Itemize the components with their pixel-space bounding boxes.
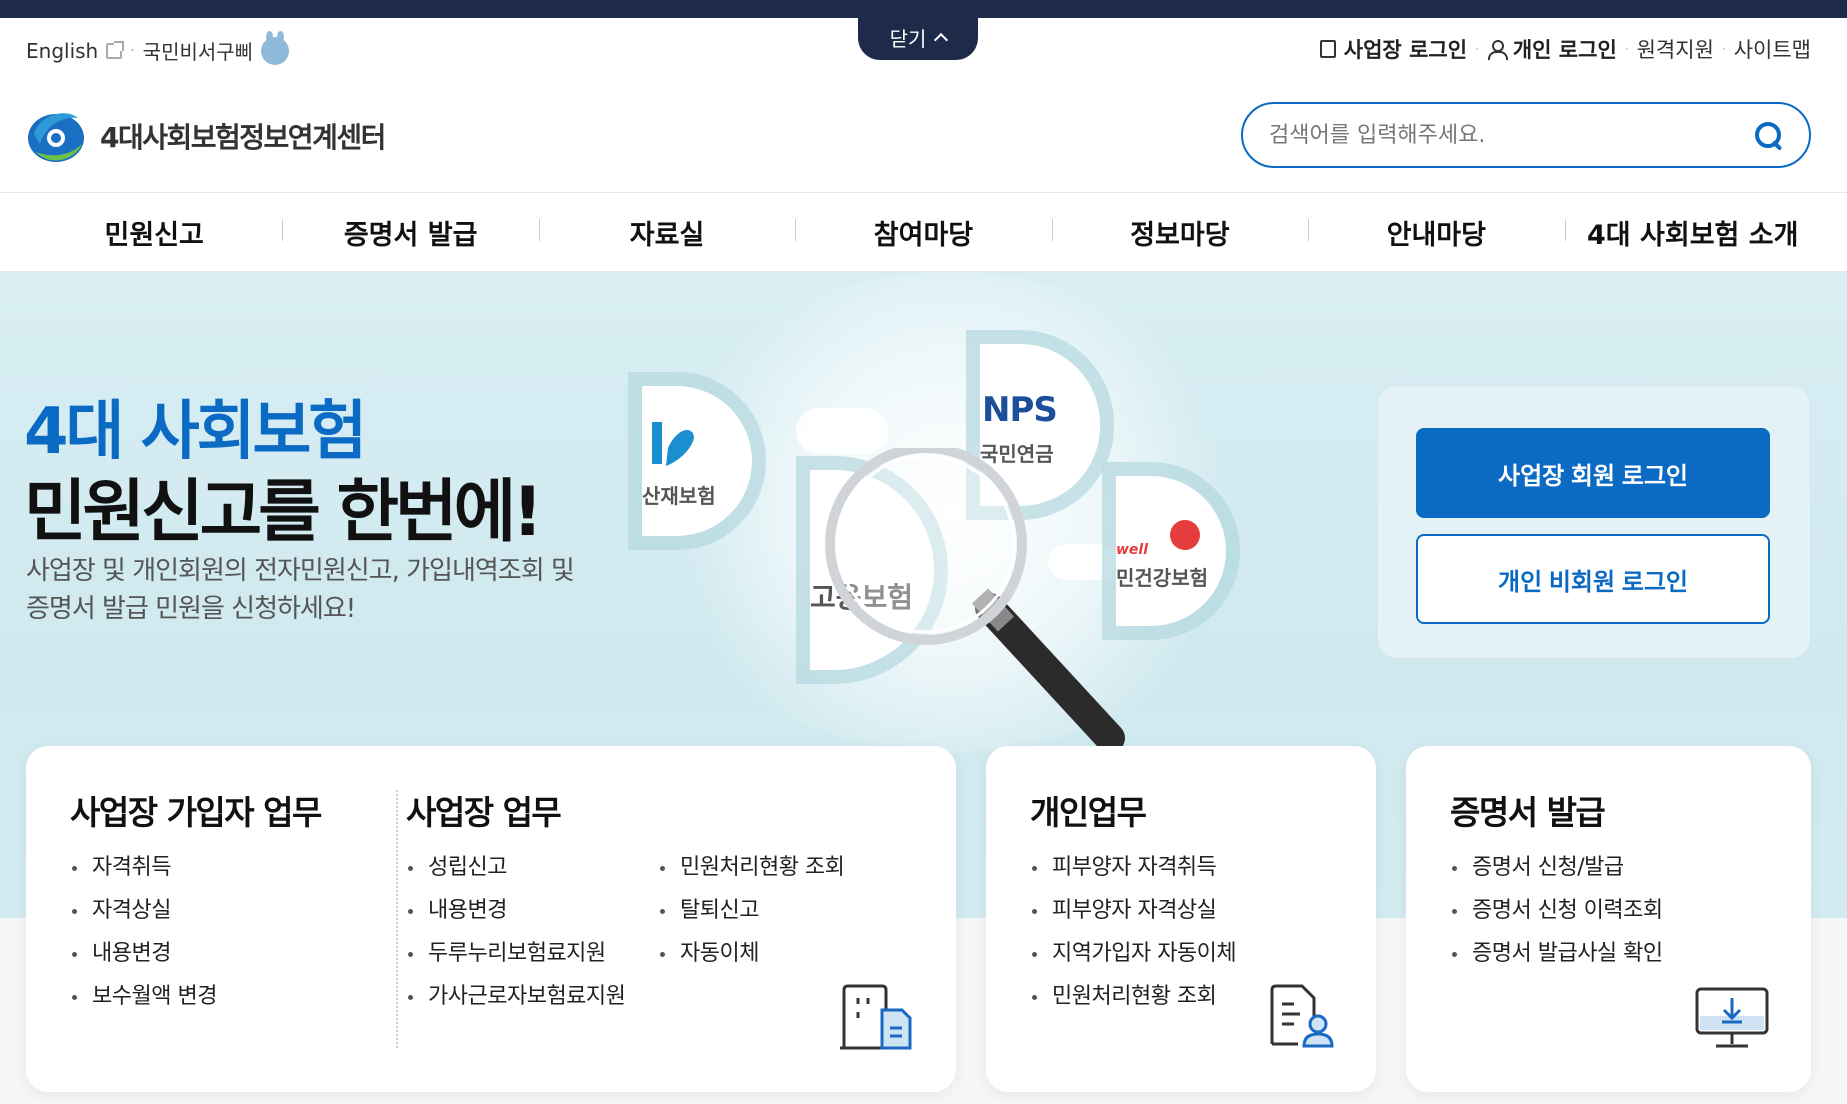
utility-right: 사업장 로그인 · 개인 로그인 · 원격지원 · 사이트맵 bbox=[1319, 34, 1811, 64]
logo-text: 4대사회보험정보연계센터 bbox=[100, 121, 386, 154]
separator-dot: · bbox=[1475, 42, 1479, 56]
list-item[interactable]: 증명서 신청 이력조회 bbox=[1450, 889, 1663, 932]
business-card: 사업장 가입자 업무 자격취득 자격상실 내용변경 보수월액 변경 사업장 업무… bbox=[26, 746, 956, 1092]
sitemap-link[interactable]: 사이트맵 bbox=[1734, 34, 1811, 64]
search-input[interactable] bbox=[1269, 122, 1753, 148]
hero-title: 민원신고를 한번에! bbox=[24, 473, 543, 552]
biz-member-login-button[interactable]: 사업장 회원 로그인 bbox=[1416, 428, 1770, 518]
nav-item-certificate[interactable]: 증명서 발급 bbox=[282, 213, 538, 252]
magnifier-icon bbox=[825, 448, 1125, 748]
personal-card: 개인업무 피부양자 자격취득 피부양자 자격상실 지역가입자 자동이체 민원처리… bbox=[986, 746, 1376, 1092]
list-item[interactable]: 증명서 신청/발급 bbox=[1450, 846, 1663, 889]
certificate-list: 증명서 신청/발급 증명서 신청 이력조회 증명서 발급사실 확인 bbox=[1450, 846, 1663, 975]
hero-desc-line2: 증명서 발급 민원을 신청하세요! bbox=[26, 594, 356, 624]
list-item[interactable]: 성립신고 bbox=[406, 846, 625, 889]
separator-dot: · bbox=[1624, 42, 1629, 56]
external-link-icon bbox=[106, 40, 125, 59]
close-banner-button[interactable]: 닫기 bbox=[858, 14, 978, 60]
list-item[interactable]: 자격취득 bbox=[70, 846, 217, 889]
main-navigation: 민원신고 증명서 발급 자료실 참여마당 정보마당 안내마당 4대 사회보험 소… bbox=[0, 192, 1847, 272]
nps-logo-text: NPS bbox=[982, 390, 1058, 430]
personal-tasks-list: 피부양자 자격취득 피부양자 자격상실 지역가입자 자동이체 민원처리현황 조회 bbox=[1030, 846, 1237, 1018]
logo-mark-icon bbox=[28, 113, 84, 162]
list-item[interactable]: 피부양자 자격취득 bbox=[1030, 846, 1236, 889]
nav-item-about[interactable]: 4대 사회보험 소개 bbox=[1564, 213, 1821, 252]
list-item[interactable]: 증명서 발급사실 확인 bbox=[1450, 932, 1663, 975]
personal-login-link[interactable]: 개인 로그인 bbox=[1513, 34, 1617, 64]
personal-nonmember-login-button[interactable]: 개인 비회원 로그인 bbox=[1416, 534, 1770, 624]
bunny-mascot-icon[interactable] bbox=[261, 30, 290, 65]
building-document-icon bbox=[840, 984, 912, 1050]
list-item[interactable]: 보수월액 변경 bbox=[70, 975, 217, 1018]
certificate-card: 증명서 발급 증명서 신청/발급 증명서 신청 이력조회 증명서 발급사실 확인 bbox=[1406, 746, 1811, 1092]
list-item[interactable]: 민원처리현황 조회 bbox=[1030, 975, 1236, 1018]
building-icon bbox=[1319, 40, 1336, 58]
nav-item-archive[interactable]: 자료실 bbox=[538, 213, 795, 252]
list-item[interactable]: 내용변경 bbox=[406, 889, 625, 932]
certificate-title: 증명서 발급 bbox=[1450, 793, 1606, 832]
biz-tasks-list-col1: 성립신고 내용변경 두루누리보험료지원 가사근로자보험료지원 bbox=[406, 846, 626, 1018]
close-banner-label: 닫기 bbox=[889, 26, 927, 51]
remote-support-link[interactable]: 원격지원 bbox=[1637, 34, 1714, 64]
list-item[interactable]: 가사근로자보험료지원 bbox=[406, 975, 626, 1018]
nav-item-guide[interactable]: 안내마당 bbox=[1308, 213, 1564, 252]
separator-dot: · bbox=[130, 42, 135, 59]
personal-tasks-title: 개인업무 bbox=[1030, 793, 1147, 832]
monitor-download-icon bbox=[1695, 987, 1769, 1048]
person-icon bbox=[1487, 40, 1508, 60]
site-logo[interactable]: 4대사회보험정보연계센터 bbox=[26, 104, 386, 168]
search-box bbox=[1241, 102, 1811, 168]
nav-item-participation[interactable]: 참여마당 bbox=[795, 213, 1051, 252]
nav-item-civil-report[interactable]: 민원신고 bbox=[26, 213, 282, 252]
biz-subscriber-title: 사업장 가입자 업무 bbox=[70, 793, 322, 832]
list-item[interactable]: 피부양자 자격상실 bbox=[1030, 889, 1236, 932]
separator-dot: · bbox=[1721, 42, 1726, 56]
health-logo-icon bbox=[1170, 520, 1200, 550]
english-link[interactable]: English bbox=[26, 39, 98, 63]
list-item[interactable]: 자동이체 bbox=[658, 932, 844, 975]
list-item[interactable]: 지역가입자 자동이체 bbox=[1030, 932, 1237, 975]
search-icon[interactable] bbox=[1753, 120, 1783, 150]
list-item[interactable]: 자격상실 bbox=[70, 889, 217, 932]
list-item[interactable]: 민원처리현황 조회 bbox=[658, 846, 845, 889]
hero-desc-line1: 사업장 및 개인회원의 전자민원신고, 가입내역조회 및 bbox=[26, 556, 575, 586]
biz-subscriber-list: 자격취득 자격상실 내용변경 보수월액 변경 bbox=[70, 846, 217, 1018]
sanjae-logo-icon bbox=[652, 422, 694, 466]
list-item[interactable]: 내용변경 bbox=[70, 932, 217, 975]
sanjae-label: 산재보험 bbox=[642, 484, 716, 508]
list-item[interactable]: 탈퇴신고 bbox=[658, 889, 844, 932]
biz-tasks-title: 사업장 업무 bbox=[406, 793, 562, 832]
biz-login-link[interactable]: 사업장 로그인 bbox=[1344, 34, 1467, 64]
nav-item-information[interactable]: 정보마당 bbox=[1051, 213, 1308, 252]
hero-description: 사업장 및 개인회원의 전자민원신고, 가입내역조회 및 증명서 발급 민원을 … bbox=[26, 552, 626, 628]
biz-tasks-list-col2: 민원처리현황 조회 탈퇴신고 자동이체 bbox=[658, 846, 845, 975]
divider bbox=[396, 790, 398, 1048]
utility-left: English · 국민비서구삐 bbox=[26, 30, 290, 65]
secretary-link[interactable]: 국민비서구삐 bbox=[143, 36, 253, 65]
chevron-up-icon bbox=[934, 32, 949, 48]
list-item[interactable]: 두루누리보험료지원 bbox=[406, 932, 625, 975]
document-person-icon bbox=[1270, 984, 1334, 1048]
